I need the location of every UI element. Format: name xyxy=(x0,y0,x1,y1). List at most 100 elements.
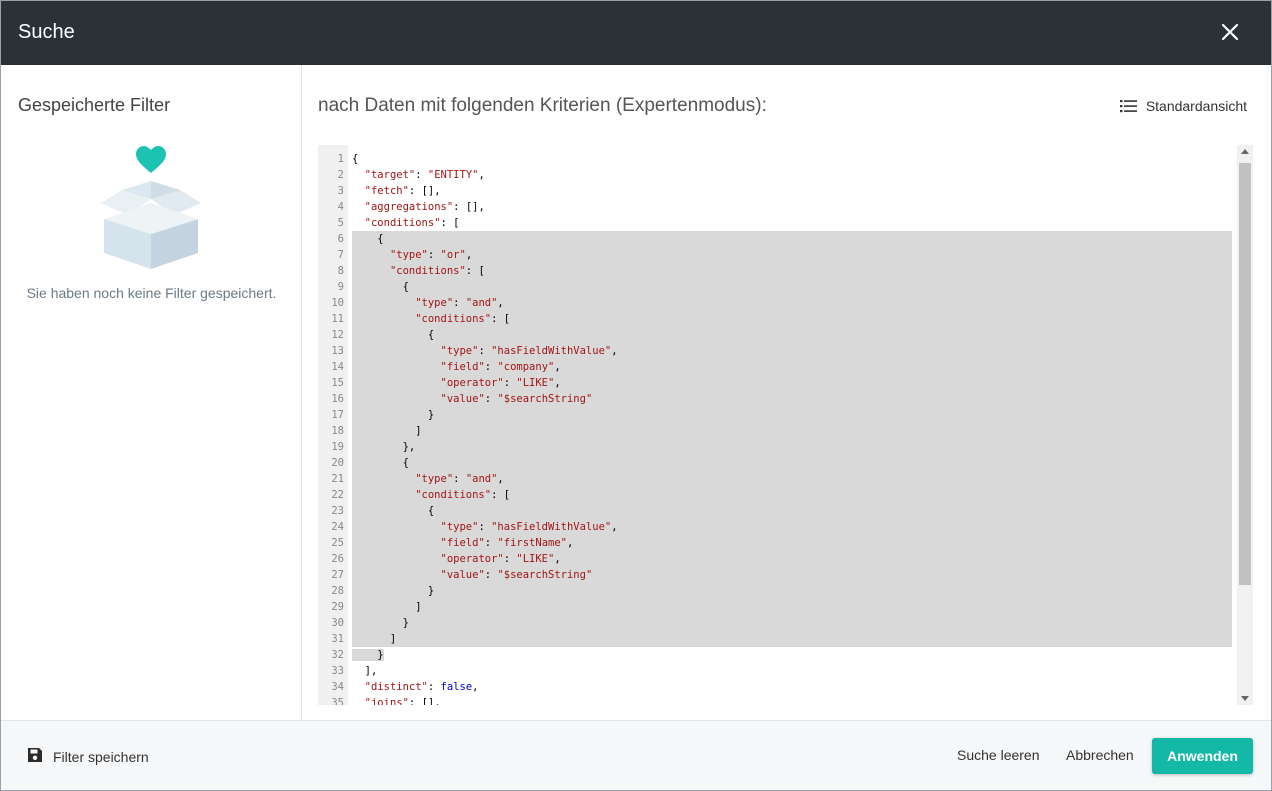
line-number: 10 xyxy=(331,297,344,309)
code-text: } xyxy=(352,615,1232,631)
list-icon xyxy=(1119,99,1138,113)
code-text: "type": "and", xyxy=(352,295,1232,311)
code-text: "value": "$searchString" xyxy=(352,391,1232,407)
saved-filters-heading: Gespeicherte Filter xyxy=(18,95,171,115)
clear-search-button[interactable]: Suche leeren xyxy=(957,747,1040,763)
line-number: 11 xyxy=(331,313,344,325)
dialog-titlebar: Suche xyxy=(1,1,1271,65)
code-text: "operator": "LIKE", xyxy=(352,551,1232,567)
line-number: 22 xyxy=(331,489,344,501)
code-text: "target": "ENTITY", xyxy=(364,169,485,181)
scroll-down-arrow-icon[interactable] xyxy=(1241,696,1249,701)
code-line: 35 "joins": [], xyxy=(318,695,1232,705)
code-line: 2 "target": "ENTITY", xyxy=(318,167,1232,183)
line-number: 19 xyxy=(331,441,344,453)
code-text: ] xyxy=(352,599,1232,615)
code-text: "conditions": [ xyxy=(352,311,1232,327)
json-code-editor[interactable]: 1{2 "target": "ENTITY", 3 "fetch": [], 4 "… xyxy=(318,145,1253,705)
code-line: 3 "fetch": [], xyxy=(318,183,1232,199)
line-number: 2 xyxy=(337,169,344,181)
search-dialog: Suche Gespeicherte Filter Sie haben noch… xyxy=(0,0,1272,791)
code-line: 19 }, xyxy=(318,439,1232,455)
code-text: "distinct": false, xyxy=(364,681,479,693)
code-text: ], xyxy=(352,665,378,677)
code-line: 4 "aggregations": [], xyxy=(318,199,1232,215)
code-line: 30 } xyxy=(318,615,1232,631)
code-text: { xyxy=(352,503,1232,519)
scrollbar-thumb[interactable] xyxy=(1239,163,1251,585)
line-number: 24 xyxy=(331,521,344,533)
code-line: 23 { xyxy=(318,503,1232,519)
line-number: 9 xyxy=(337,281,344,293)
code-text: "type": "or", xyxy=(352,247,1232,263)
code-line: 18 ] xyxy=(318,423,1232,439)
code-text: "aggregations": [], xyxy=(364,201,485,213)
code-line: 33 ], xyxy=(318,663,1232,679)
line-number: 35 xyxy=(331,697,344,705)
code-line: 34 "distinct": false, xyxy=(318,679,1232,695)
code-line: 8 "conditions": [ xyxy=(318,263,1232,279)
code-line: 5 "conditions": [ xyxy=(318,215,1232,231)
code-line: 11 "conditions": [ xyxy=(318,311,1232,327)
dialog-footer: Filter speichern Suche leeren Abbrechen … xyxy=(1,720,1271,790)
line-number: 7 xyxy=(337,249,344,261)
code-line: 24 "type": "hasFieldWithValue", xyxy=(318,519,1232,535)
line-number: 4 xyxy=(337,201,344,213)
editor-scrollbar[interactable] xyxy=(1237,145,1253,705)
close-icon[interactable] xyxy=(1217,19,1243,45)
code-text: "type": "hasFieldWithValue", xyxy=(352,519,1232,535)
code-text: ] xyxy=(352,631,1232,647)
code-text: "operator": "LIKE", xyxy=(352,375,1232,391)
code-text: "field": "firstName", xyxy=(352,535,1232,551)
line-number: 6 xyxy=(337,233,344,245)
code-text: "joins": [], xyxy=(364,697,441,705)
line-number: 29 xyxy=(331,601,344,613)
line-number: 14 xyxy=(331,361,344,373)
code-text: }, xyxy=(352,439,1232,455)
code-text: "fetch": [], xyxy=(364,185,441,197)
scroll-up-arrow-icon[interactable] xyxy=(1241,149,1249,154)
empty-box-illustration xyxy=(96,143,208,271)
code-lines: 1{2 "target": "ENTITY", 3 "fetch": [], 4 "… xyxy=(318,151,1232,705)
line-number: 8 xyxy=(337,265,344,277)
code-line: 22 "conditions": [ xyxy=(318,487,1232,503)
save-filter-button[interactable]: Filter speichern xyxy=(27,747,149,766)
line-number: 23 xyxy=(331,505,344,517)
line-number: 15 xyxy=(331,377,344,389)
dialog-title: Suche xyxy=(18,21,75,43)
line-number: 16 xyxy=(331,393,344,405)
code-line: 31 ] xyxy=(318,631,1232,647)
line-number: 27 xyxy=(331,569,344,581)
cancel-button[interactable]: Abbrechen xyxy=(1066,747,1134,763)
heart-icon xyxy=(136,146,166,173)
code-line: 10 "type": "and", xyxy=(318,295,1232,311)
code-line: 27 "value": "$searchString" xyxy=(318,567,1232,583)
code-line: 26 "operator": "LIKE", xyxy=(318,551,1232,567)
code-line: 29 ] xyxy=(318,599,1232,615)
code-text: { xyxy=(352,153,359,165)
line-number: 18 xyxy=(331,425,344,437)
code-line: 20 { xyxy=(318,455,1232,471)
code-line: 1{ xyxy=(318,151,1232,167)
save-icon xyxy=(27,747,43,766)
code-text: "type": "hasFieldWithValue", xyxy=(352,343,1232,359)
code-line: 9 { xyxy=(318,279,1232,295)
line-number: 34 xyxy=(331,681,344,693)
line-number: 20 xyxy=(331,457,344,469)
standard-view-button[interactable]: Standardansicht xyxy=(1119,95,1247,117)
apply-button[interactable]: Anwenden xyxy=(1152,738,1253,774)
line-number: 30 xyxy=(331,617,344,629)
code-line: 6 { xyxy=(318,231,1232,247)
line-number: 17 xyxy=(331,409,344,421)
code-text: { xyxy=(352,231,1232,247)
empty-filters-text: Sie haben noch keine Filter gespeichert. xyxy=(26,285,277,301)
code-line: 12 { xyxy=(318,327,1232,343)
criteria-panel: nach Daten mit folgenden Kriterien (Expe… xyxy=(302,65,1271,720)
code-line: 7 "type": "or", xyxy=(318,247,1232,263)
code-line: 21 "type": "and", xyxy=(318,471,1232,487)
line-number: 32 xyxy=(331,649,344,661)
code-text: { xyxy=(352,327,1232,343)
code-text: { xyxy=(352,455,1232,471)
code-text: "conditions": [ xyxy=(364,217,460,229)
code-text: } xyxy=(352,583,1232,599)
